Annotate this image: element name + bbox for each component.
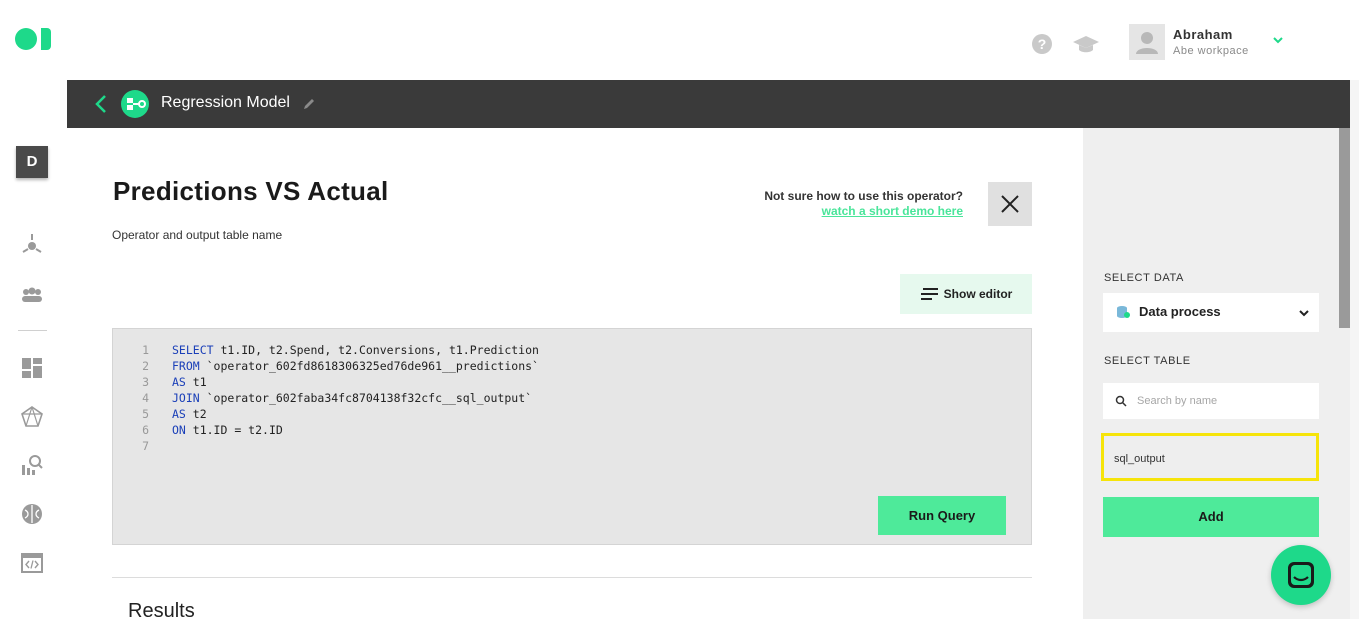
help-icon[interactable]: ? (1032, 34, 1052, 54)
operator-subtitle: Operator and output table name (112, 228, 283, 242)
table-search[interactable] (1103, 383, 1319, 419)
data-source-icon[interactable] (20, 232, 44, 256)
sql-text: t1 (185, 375, 207, 389)
search-icon (1115, 395, 1127, 407)
sql-keyword: FROM (172, 359, 200, 373)
logo-dot (15, 28, 37, 50)
close-icon (1001, 195, 1019, 213)
data-select-value: Data process (1139, 304, 1221, 319)
app-page: ? Abraham Abe workpace D Regression Mode… (0, 0, 1359, 619)
network-icon[interactable] (20, 405, 44, 429)
run-query-button[interactable]: Run Query (878, 496, 1006, 535)
sql-text: `operator_602fd8618306325ed76de961__pred… (199, 359, 539, 373)
chat-icon (1288, 562, 1314, 588)
workspace-name[interactable]: Abe workpace (1173, 45, 1249, 57)
sql-keyword: AS (172, 375, 186, 389)
rail-divider (18, 330, 47, 331)
line-number: 3 (142, 375, 149, 389)
line-number: 1 (142, 343, 149, 357)
close-button[interactable] (988, 182, 1032, 226)
back-arrow-icon[interactable] (94, 93, 108, 115)
workspace-switcher[interactable]: D (16, 146, 48, 178)
flow-icon (121, 90, 149, 118)
line-number: 6 (142, 423, 149, 437)
show-editor-label: Show editor (943, 287, 1013, 301)
operator-title: Predictions VS Actual (113, 176, 389, 206)
chevron-down-icon (1299, 310, 1309, 317)
table-item-label: sql_output (1114, 453, 1165, 465)
sql-keyword: AS (172, 407, 186, 421)
dashboard-icon[interactable] (20, 356, 44, 380)
results-divider (112, 577, 1032, 578)
model-title: Regression Model (161, 94, 290, 111)
sql-text: `operator_602faba34fc8704138f32cfc__sql_… (199, 391, 533, 405)
sql-text: t2 (185, 407, 207, 421)
line-number: 5 (142, 407, 149, 421)
line-number: 2 (142, 359, 149, 373)
chat-button[interactable] (1271, 545, 1331, 605)
graduation-cap-icon[interactable] (1073, 34, 1099, 54)
user-name[interactable]: Abraham (1173, 27, 1233, 42)
line-number: 7 (142, 439, 149, 453)
table-list-item[interactable]: sql_output (1101, 433, 1319, 481)
results-title: Results (128, 600, 195, 619)
show-editor-button[interactable]: Show editor (900, 274, 1032, 314)
lines-icon (920, 288, 938, 300)
pencil-icon[interactable] (301, 96, 317, 112)
analytics-icon[interactable] (20, 453, 44, 477)
brain-icon[interactable] (20, 502, 44, 526)
sql-text: t1.ID, t2.Spend, t2.Conversions, t1.Pred… (213, 343, 539, 357)
audience-icon[interactable] (20, 283, 44, 307)
scrollbar-track[interactable] (1350, 80, 1359, 619)
help-question: Not sure how to use this operator? (764, 189, 963, 203)
app-logo[interactable] (15, 28, 51, 50)
demo-link[interactable]: watch a short demo here (822, 204, 963, 218)
sql-keyword: ON (172, 423, 186, 437)
logo-bar (41, 28, 51, 50)
chevron-down-icon[interactable] (1271, 33, 1285, 47)
select-data-label: SELECT DATA (1104, 272, 1184, 284)
search-input[interactable] (1137, 392, 1307, 410)
sql-keyword: SELECT (172, 343, 214, 357)
avatar[interactable] (1129, 24, 1165, 60)
sql-keyword: JOIN (172, 391, 200, 405)
line-number: 4 (142, 391, 149, 405)
data-select[interactable]: Data process (1103, 293, 1319, 332)
sql-text: t1.ID = t2.ID (185, 423, 283, 437)
scrollbar-thumb[interactable] (1339, 128, 1350, 328)
select-table-label: SELECT TABLE (1104, 355, 1191, 367)
add-button[interactable]: Add (1103, 497, 1319, 537)
code-icon[interactable] (20, 551, 44, 575)
database-icon (1117, 306, 1130, 318)
